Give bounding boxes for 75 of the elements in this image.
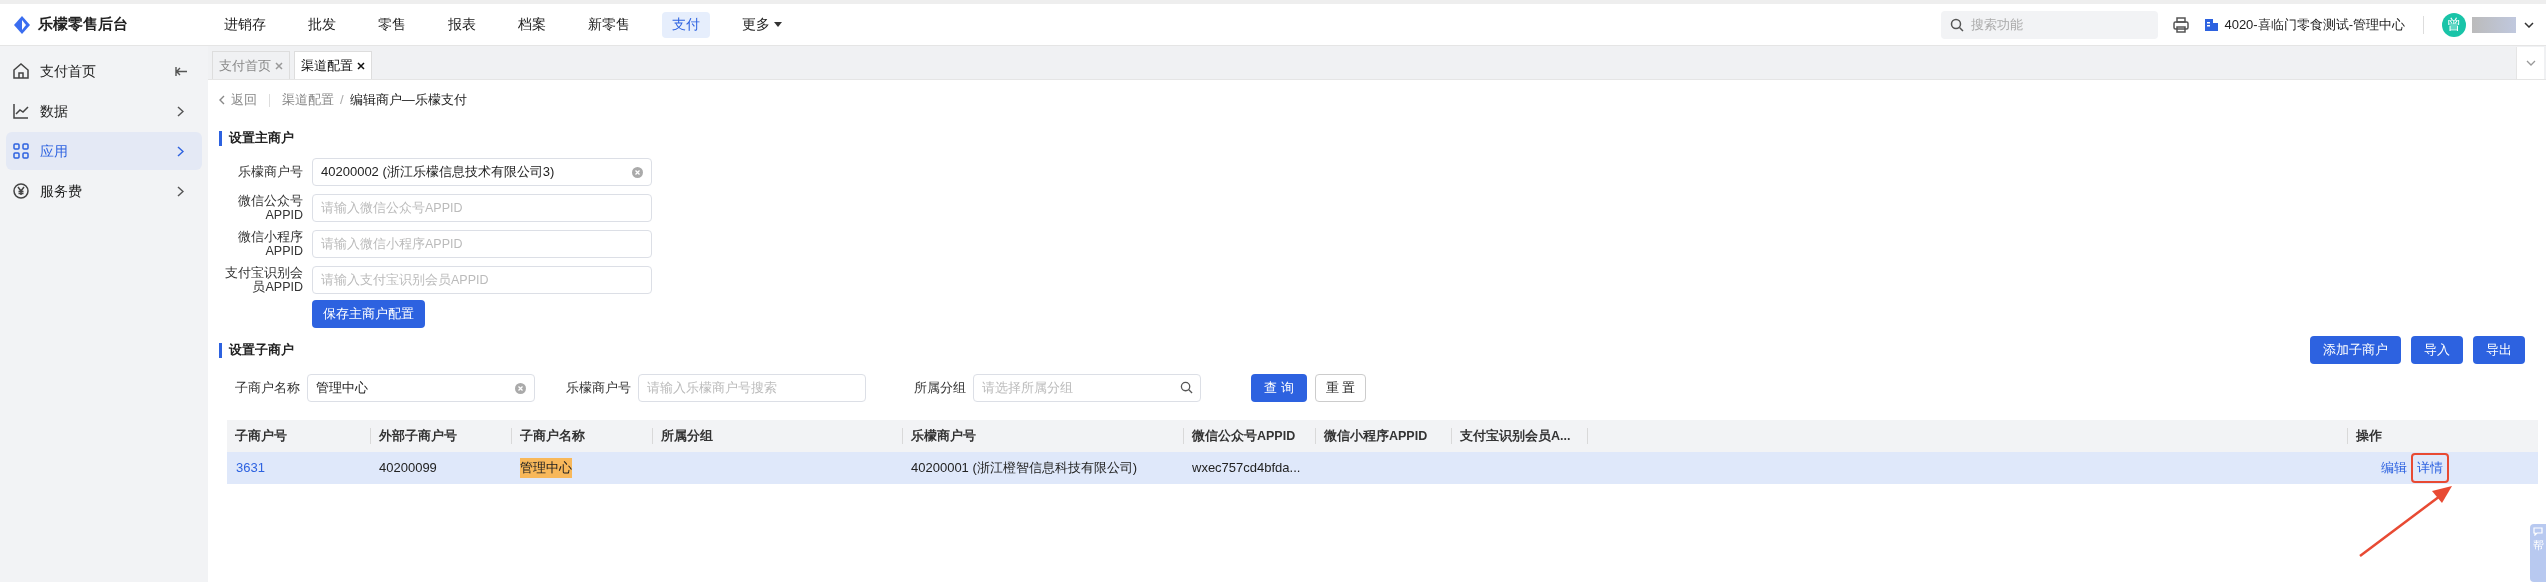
reset-button[interactable]: 重 置 bbox=[1314, 374, 1367, 402]
nav-item[interactable]: 进销存 bbox=[214, 11, 276, 38]
action-button[interactable]: 导出 bbox=[2473, 336, 2525, 364]
blurred-username bbox=[2472, 16, 2516, 33]
merchant-id-link[interactable]: 3631 bbox=[236, 458, 265, 478]
column-header: 子商户名称 bbox=[519, 427, 585, 445]
column-header: 操作 bbox=[2355, 427, 2382, 445]
home-icon bbox=[12, 62, 30, 80]
chevron-down-icon[interactable] bbox=[2524, 21, 2534, 28]
action-button[interactable]: 添加子商户 bbox=[2310, 336, 2401, 364]
filter-label: 乐檬商户号 bbox=[566, 379, 631, 398]
text-field[interactable]: 请输入微信小程序APPID bbox=[312, 230, 652, 258]
nav-item[interactable]: 报表 bbox=[438, 11, 486, 38]
table-cell-text: 40200001 (浙江橙智信息科技有限公司) bbox=[911, 459, 1138, 478]
table-cell-text: 40200099 bbox=[379, 459, 437, 478]
filter-label: 子商户名称 bbox=[235, 379, 300, 398]
search-icon[interactable] bbox=[1180, 381, 1193, 394]
row-action-link[interactable]: 编辑 bbox=[2375, 453, 2413, 483]
sidebar-item[interactable]: 应用 bbox=[6, 132, 202, 170]
breadcrumb-item[interactable]: 渠道配置 bbox=[282, 90, 334, 110]
column-header: 子商户号 bbox=[234, 427, 287, 445]
grid-icon bbox=[12, 142, 30, 160]
table-cell: 管理中心 bbox=[520, 458, 572, 478]
chart-icon bbox=[12, 102, 30, 120]
search-field[interactable]: 搜索功能 bbox=[1941, 10, 2159, 39]
chevron-left-icon bbox=[219, 95, 225, 105]
app-title: 乐檬零售后台 bbox=[38, 14, 128, 35]
close-icon[interactable] bbox=[357, 61, 365, 70]
search-icon bbox=[1950, 17, 1965, 32]
nav-item[interactable]: 新零售 bbox=[578, 11, 640, 38]
breadcrumb-separator: / bbox=[340, 91, 344, 110]
nav-item[interactable]: 档案 bbox=[508, 11, 556, 38]
field-label: 微信小程序APPID bbox=[237, 230, 303, 258]
logo-icon bbox=[14, 15, 30, 34]
collapse-icon[interactable] bbox=[175, 65, 188, 77]
section-title: 设置子商户 bbox=[229, 341, 294, 360]
sidebar-item[interactable]: 数据 bbox=[6, 92, 202, 130]
column-header: 微信公众号APPID bbox=[1191, 427, 1296, 445]
text-field[interactable]: 请输入支付宝识别会员APPID bbox=[312, 266, 652, 294]
column-header: 所属分组 bbox=[660, 427, 713, 445]
save-button[interactable]: 保存主商户配置 bbox=[312, 300, 425, 328]
store-name[interactable]: 4020-喜临门零食测试-管理中心 bbox=[2224, 14, 2405, 35]
query-button[interactable]: 查 询 bbox=[1251, 374, 1307, 402]
text-field[interactable]: 40200002 (浙江乐檬信息技术有限公司3) bbox=[312, 158, 652, 186]
chevron-down-icon bbox=[2525, 60, 2536, 66]
text-field[interactable]: 请输入微信公众号APPID bbox=[312, 194, 652, 222]
action-button[interactable]: 导入 bbox=[2411, 336, 2463, 364]
nav-item[interactable]: 支付 bbox=[662, 11, 710, 38]
row-action-link[interactable]: 详情 bbox=[2411, 453, 2449, 483]
section-title: 设置主商户 bbox=[229, 129, 294, 148]
table-cell-text: wxec757cd4bfda... bbox=[1192, 459, 1301, 478]
column-header: 支付宝识别会员A... bbox=[1459, 427, 1571, 445]
filter-field[interactable]: 请输入乐檬商户号搜索 bbox=[638, 374, 866, 402]
filter-field[interactable]: 请选择所属分组 bbox=[973, 374, 1201, 402]
page-tab[interactable]: 渠道配置 bbox=[294, 51, 372, 79]
chat-icon bbox=[2533, 527, 2543, 536]
building-icon bbox=[2204, 17, 2220, 32]
nav-item[interactable]: 更多 bbox=[732, 11, 792, 38]
nav-item[interactable]: 批发 bbox=[298, 11, 346, 38]
table-row[interactable]: 3631 40200099 管理中心 40200001 (浙江橙智信息科技有限公司) wxec757cd4bfda... 编辑 详情 bbox=[227, 452, 2538, 484]
column-header: 外部子商户号 bbox=[378, 427, 457, 445]
nav-item[interactable]: 零售 bbox=[368, 11, 416, 38]
field-label: 微信公众号APPID bbox=[237, 194, 303, 222]
back-link[interactable]: 返回 bbox=[219, 90, 257, 110]
field-label: 乐檬商户号 bbox=[237, 165, 303, 179]
sidebar-item[interactable]: 支付首页 bbox=[6, 52, 202, 90]
filter-field[interactable]: 管理中心 bbox=[307, 374, 535, 402]
column-header: 微信小程序APPID bbox=[1323, 427, 1428, 445]
filter-label: 所属分组 bbox=[914, 379, 966, 398]
sidebar-item[interactable]: 服务费 bbox=[6, 172, 202, 210]
printer-icon[interactable] bbox=[2172, 15, 2191, 34]
field-label: 支付宝识别会员APPID bbox=[224, 266, 303, 294]
yen-icon bbox=[12, 182, 30, 200]
breadcrumb-item: 编辑商户—乐檬支付 bbox=[349, 91, 467, 110]
column-header: 乐檬商户号 bbox=[910, 427, 976, 445]
